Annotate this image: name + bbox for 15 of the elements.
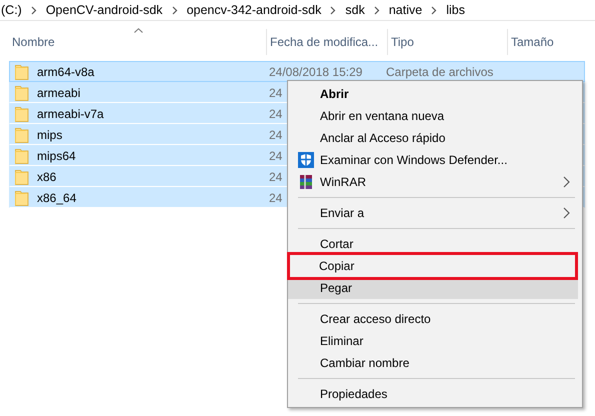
file-name: armeabi-v7a: [37, 106, 104, 120]
date-modified: 24: [269, 148, 282, 162]
file-name: arm64-v8a: [37, 64, 94, 78]
file-type: Carpeta de archivos: [386, 64, 494, 78]
date-modified: 24/08/2018 15:29: [269, 64, 362, 78]
date-modified: 24: [269, 190, 282, 204]
date-modified: 24: [269, 170, 282, 184]
file-name: armeabi: [37, 86, 80, 100]
date-modified: 24: [269, 86, 282, 100]
file-name: x86_64: [37, 190, 76, 204]
file-name: x86: [37, 170, 56, 184]
file-name: mips: [37, 128, 62, 142]
date-modified: 24: [269, 106, 282, 120]
date-modified: 24: [269, 128, 282, 142]
file-name: mips64: [37, 148, 76, 162]
